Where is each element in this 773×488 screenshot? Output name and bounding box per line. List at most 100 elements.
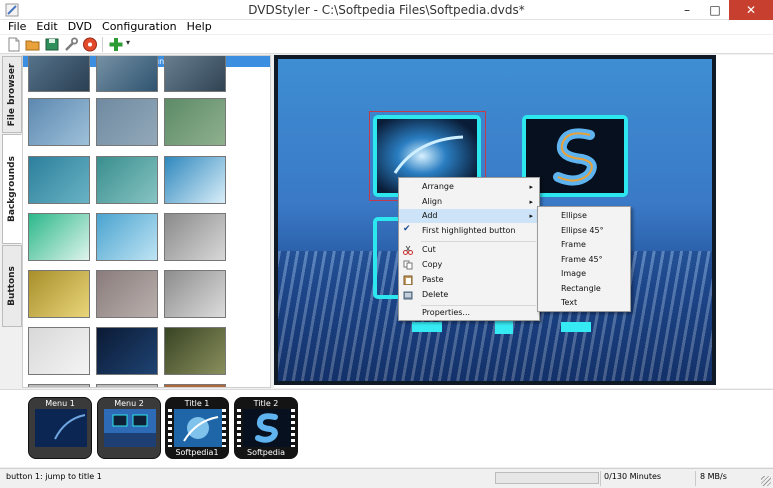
tab-backgrounds[interactable]: Backgrounds: [2, 134, 22, 244]
add-image[interactable]: Image: [538, 267, 630, 281]
scissors-icon: [403, 245, 413, 255]
background-thumbnail[interactable]: [96, 98, 158, 146]
ctx-align-label: Align: [422, 197, 443, 206]
button-2-preview: [526, 119, 624, 193]
background-thumbnail[interactable]: [164, 327, 226, 375]
paste-icon: [403, 275, 413, 285]
background-thumbnail[interactable]: [28, 56, 90, 92]
background-thumbnail[interactable]: [28, 327, 90, 375]
menu-dvd[interactable]: DVD: [63, 20, 97, 34]
minimize-button[interactable]: –: [673, 0, 701, 20]
menu-help[interactable]: Help: [182, 20, 217, 34]
ctx-paste[interactable]: Paste: [399, 273, 539, 287]
background-thumbnail[interactable]: [96, 270, 158, 318]
titleset-manager: Menu 1 Menu 2 Title 1 Softpedia1 Title 2…: [0, 389, 773, 467]
status-message: button 1: jump to title 1: [6, 472, 102, 481]
open-folder-icon[interactable]: [25, 37, 41, 52]
new-file-icon[interactable]: [6, 37, 22, 52]
copy-icon: [403, 260, 413, 270]
ctx-add-label: Add: [422, 211, 438, 220]
titleset-menu-2[interactable]: Menu 2: [97, 397, 161, 459]
ctx-separator: [421, 241, 536, 242]
background-thumbnail[interactable]: [164, 213, 226, 261]
add-frame-45[interactable]: Frame 45°: [538, 253, 630, 267]
background-thumbnail[interactable]: [96, 213, 158, 261]
ctx-first-highlighted[interactable]: ✔ First highlighted button: [399, 224, 539, 238]
menu-file[interactable]: File: [3, 20, 31, 34]
add-ellipse[interactable]: Ellipse: [538, 209, 630, 223]
ctx-properties-label: Properties...: [422, 308, 471, 317]
menu-2-thumbnail: [104, 409, 156, 447]
titleset-title-1[interactable]: Title 1 Softpedia1: [165, 397, 229, 459]
tab-buttons[interactable]: Buttons: [2, 245, 22, 327]
ctx-arrange[interactable]: Arrange ▸: [399, 180, 539, 194]
resize-grip[interactable]: [761, 476, 771, 486]
background-thumbnail[interactable]: [96, 384, 158, 387]
tab-buttons-label: Buttons: [7, 266, 17, 306]
titleset-item-label: Menu 2: [114, 399, 144, 408]
background-thumbnail[interactable]: [164, 270, 226, 318]
ctx-delete[interactable]: Delete: [399, 288, 539, 302]
add-ellipse-45[interactable]: Ellipse 45°: [538, 224, 630, 238]
submenu-arrow-icon: ▸: [529, 212, 533, 220]
background-thumbnail[interactable]: [164, 156, 226, 204]
ctx-paste-label: Paste: [422, 275, 444, 284]
submenu-arrow-icon: ▸: [529, 183, 533, 191]
add-text[interactable]: Text: [538, 296, 630, 310]
background-thumbnail[interactable]: [28, 384, 90, 387]
ctx-cut[interactable]: Cut: [399, 243, 539, 257]
add-dropdown-icon[interactable]: ▾: [126, 38, 130, 47]
ctx-copy[interactable]: Copy: [399, 258, 539, 272]
window-title: DVDStyler - C:\Softpedia Files\Softpedia…: [248, 3, 525, 17]
background-thumbnail[interactable]: [164, 384, 226, 387]
background-thumbnail[interactable]: [28, 213, 90, 261]
burn-icon[interactable]: [82, 37, 98, 52]
context-menu: Arrange ▸ Align ▸ Add ▸ ✔ First highlighted …: [398, 177, 540, 321]
title-2-thumbnail: [243, 409, 291, 447]
background-thumbnail[interactable]: [28, 270, 90, 318]
add-ellipse-label: Ellipse: [561, 211, 587, 220]
titleset-item-label: Title 2: [253, 399, 279, 408]
title-1-thumbnail: [174, 409, 222, 447]
tab-backgrounds-label: Backgrounds: [7, 156, 17, 222]
delete-icon: [403, 291, 413, 300]
background-thumbnail[interactable]: [28, 98, 90, 146]
wrench-icon[interactable]: [63, 37, 79, 52]
submenu-arrow-icon: ▸: [529, 198, 533, 206]
maximize-button[interactable]: □: [701, 0, 729, 20]
previous-arrow-button[interactable]: [412, 322, 442, 332]
ctx-properties[interactable]: Properties...: [399, 306, 539, 320]
tab-file-browser-label: File browser: [7, 63, 17, 126]
ctx-align[interactable]: Align ▸: [399, 195, 539, 209]
film-strip-icon: [237, 409, 241, 447]
close-button[interactable]: ✕: [729, 0, 773, 20]
background-thumbnail[interactable]: [164, 56, 226, 92]
background-thumbnail[interactable]: [96, 156, 158, 204]
save-icon[interactable]: [44, 37, 60, 52]
background-thumbnail[interactable]: [96, 327, 158, 375]
background-thumbnail[interactable]: [164, 98, 226, 146]
add-icon[interactable]: [108, 37, 124, 52]
background-thumbnail[interactable]: [96, 56, 158, 92]
status-separator: [695, 471, 696, 486]
status-bar: button 1: jump to title 1 0/130 Minutes …: [0, 468, 773, 488]
ctx-cut-label: Cut: [422, 245, 436, 254]
tab-file-browser[interactable]: File browser: [2, 56, 22, 133]
add-frame[interactable]: Frame: [538, 238, 630, 252]
menu-edit[interactable]: Edit: [31, 20, 62, 34]
backgrounds-panel: Backgrounds: [22, 55, 271, 388]
add-submenu: Ellipse Ellipse 45° Frame Frame 45° Imag…: [537, 206, 631, 312]
film-strip-icon: [222, 409, 226, 447]
toolbar: ▾: [0, 35, 773, 54]
ctx-first-highlighted-label: First highlighted button: [422, 226, 516, 235]
ctx-add[interactable]: Add ▸: [399, 209, 539, 223]
background-thumbnail[interactable]: [28, 156, 90, 204]
add-rectangle[interactable]: Rectangle: [538, 282, 630, 296]
next-arrow-button[interactable]: [561, 322, 591, 332]
titleset-menu-1[interactable]: Menu 1: [28, 397, 92, 459]
add-text-label: Text: [561, 298, 578, 307]
toolbar-separator: [102, 37, 103, 52]
menu-configuration[interactable]: Configuration: [97, 20, 182, 34]
title-bar: DVDStyler - C:\Softpedia Files\Softpedia…: [0, 0, 773, 20]
titleset-title-2[interactable]: Title 2 Softpedia: [234, 397, 298, 459]
